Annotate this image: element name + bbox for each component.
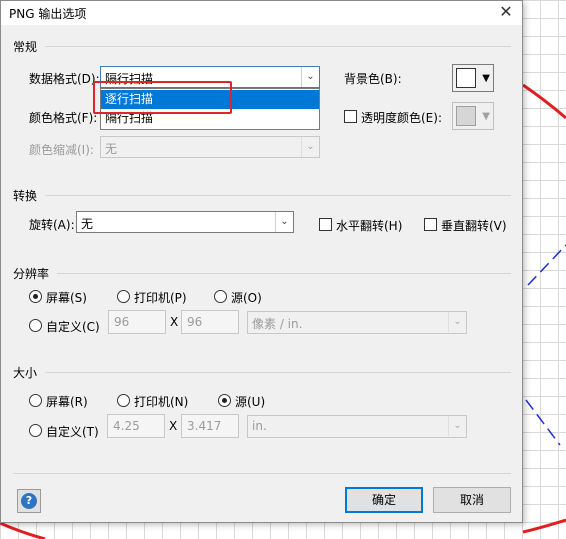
size-screen-label: 屏幕(R) bbox=[46, 395, 88, 409]
data-format-label: 数据格式(D): bbox=[29, 72, 100, 86]
resolution-unit-value: 像素 / in. bbox=[252, 317, 303, 331]
resolution-printer-radio[interactable] bbox=[117, 290, 130, 303]
section-resolution: 分辨率 bbox=[13, 267, 50, 281]
resolution-unit-combo[interactable]: 像素 / in. ⌄ bbox=[247, 311, 467, 334]
size-printer-radio[interactable] bbox=[117, 394, 130, 407]
separator-general bbox=[45, 46, 511, 47]
separator-resolution bbox=[57, 273, 511, 274]
rotate-value: 无 bbox=[81, 217, 94, 231]
help-button[interactable]: ? bbox=[17, 489, 41, 513]
rotate-combo[interactable]: 无 ⌄ bbox=[76, 211, 294, 233]
cancel-button[interactable]: 取消 bbox=[433, 487, 511, 513]
title-bar: PNG 输出选项 ✕ bbox=[1, 1, 522, 25]
color-reduction-label: 颜色缩减(I): bbox=[29, 143, 94, 157]
separator-transform bbox=[45, 195, 511, 196]
png-output-dialog: PNG 输出选项 ✕ 常规 数据格式(D): 隔行扫描 ⌄ 颜色格式(F): 颜… bbox=[0, 0, 523, 523]
help-icon: ? bbox=[21, 493, 37, 509]
transparency-color-picker[interactable]: ▼ bbox=[452, 102, 494, 130]
chevron-down-icon[interactable]: ⌄ bbox=[448, 312, 466, 332]
red-curve bbox=[522, 83, 566, 120]
size-height-input[interactable]: 3.417 bbox=[181, 414, 239, 438]
transparency-checkbox[interactable] bbox=[344, 110, 357, 123]
dialog-title: PNG 输出选项 bbox=[9, 7, 87, 21]
close-icon[interactable]: ✕ bbox=[496, 2, 516, 22]
rotate-label: 旋转(A): bbox=[29, 218, 75, 232]
flip-vertical-label: 垂直翻转(V) bbox=[441, 219, 507, 233]
flip-vertical-checkbox[interactable] bbox=[424, 218, 437, 231]
times-symbol: X bbox=[170, 315, 179, 329]
resolution-screen-label: 屏幕(S) bbox=[46, 291, 87, 305]
triangle-down-icon: ▼ bbox=[482, 73, 490, 84]
resolution-screen-radio[interactable] bbox=[29, 290, 42, 303]
size-custom-label: 自定义(T) bbox=[46, 425, 99, 439]
chevron-down-icon[interactable]: ⌄ bbox=[275, 212, 293, 232]
resolution-source-radio[interactable] bbox=[214, 290, 227, 303]
color-reduction-combo[interactable]: 无 ⌄ bbox=[100, 136, 320, 158]
color-reduction-value: 无 bbox=[105, 142, 118, 156]
resolution-printer-label: 打印机(P) bbox=[134, 291, 187, 305]
blue-dash-1 bbox=[527, 244, 566, 286]
chevron-down-icon[interactable]: ⌄ bbox=[301, 67, 319, 87]
section-size: 大小 bbox=[13, 366, 38, 380]
flip-horizontal-checkbox[interactable] bbox=[319, 218, 332, 231]
red-curve-bottom-right bbox=[522, 518, 566, 534]
transparency-label: 透明度颜色(E): bbox=[361, 111, 442, 125]
background-color-label: 背景色(B): bbox=[344, 72, 402, 86]
separator-footer bbox=[13, 473, 511, 474]
size-width-input[interactable]: 4.25 bbox=[107, 414, 165, 438]
separator-size bbox=[45, 372, 511, 373]
size-printer-label: 打印机(N) bbox=[134, 395, 189, 409]
highlight-annotation bbox=[93, 81, 232, 114]
resolution-height-input[interactable]: 96 bbox=[181, 310, 239, 334]
color-swatch bbox=[456, 68, 476, 88]
chevron-down-icon[interactable]: ⌄ bbox=[448, 416, 466, 436]
resolution-custom-label: 自定义(C) bbox=[46, 320, 100, 334]
section-transform: 转换 bbox=[13, 189, 38, 203]
size-screen-radio[interactable] bbox=[29, 394, 42, 407]
resolution-custom-radio[interactable] bbox=[29, 319, 42, 332]
resolution-width-input[interactable]: 96 bbox=[108, 310, 166, 334]
size-source-radio[interactable] bbox=[218, 394, 231, 407]
size-custom-radio[interactable] bbox=[29, 424, 42, 437]
section-general: 常规 bbox=[13, 40, 38, 54]
size-unit-value: in. bbox=[252, 419, 267, 433]
size-source-label: 源(U) bbox=[235, 395, 266, 409]
background-color-picker[interactable]: ▼ bbox=[452, 64, 494, 92]
red-curve-bottom bbox=[0, 521, 46, 539]
blue-dash-2 bbox=[525, 399, 561, 446]
ok-button[interactable]: 确定 bbox=[345, 487, 423, 513]
flip-horizontal-label: 水平翻转(H) bbox=[336, 219, 403, 233]
color-format-label: 颜色格式(F): bbox=[29, 111, 98, 125]
times-symbol: X bbox=[169, 419, 178, 433]
size-unit-combo[interactable]: in. ⌄ bbox=[247, 415, 467, 438]
triangle-down-icon: ▼ bbox=[482, 111, 490, 122]
resolution-source-label: 源(O) bbox=[231, 291, 262, 305]
color-swatch bbox=[456, 106, 476, 126]
chevron-down-icon[interactable]: ⌄ bbox=[301, 137, 319, 157]
